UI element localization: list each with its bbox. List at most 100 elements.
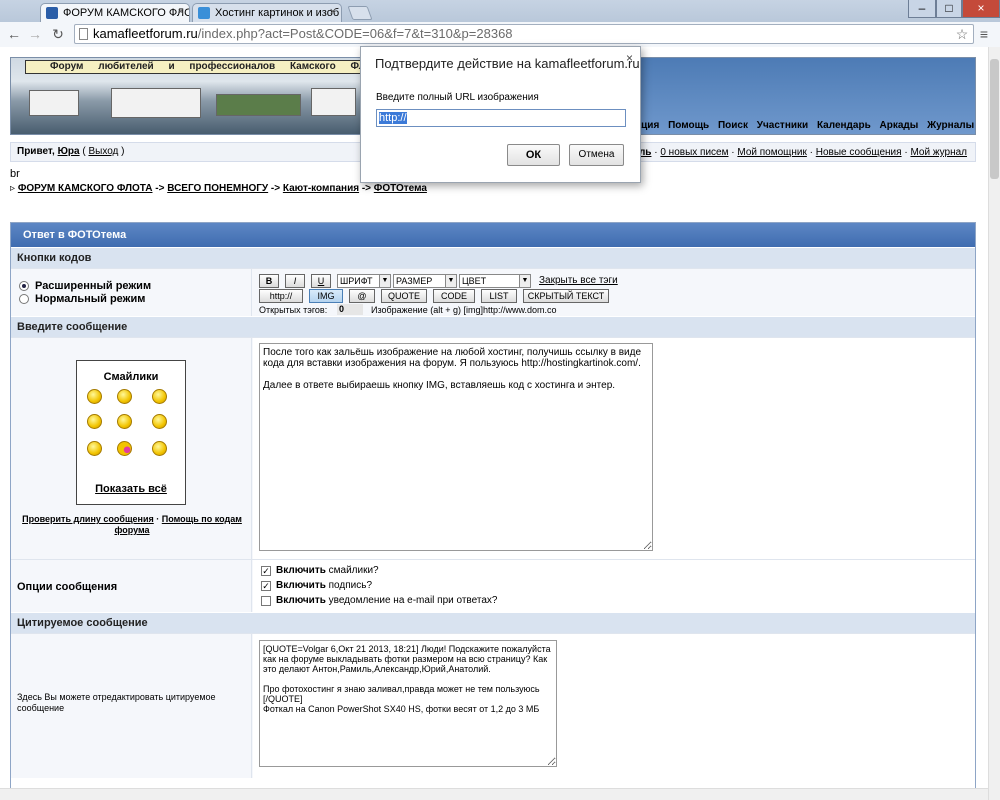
color-select[interactable]: ЦВЕТ ▼ xyxy=(459,274,531,288)
breadcrumb-subforum[interactable]: Кают-компания xyxy=(283,183,359,194)
italic-button[interactable]: I xyxy=(285,274,305,288)
ship-image xyxy=(216,94,301,116)
logout-link[interactable]: Выход xyxy=(88,146,118,157)
forum-nav: утация Помощь Поиск Участники Календарь … xyxy=(622,120,977,131)
smiley-icon[interactable] xyxy=(152,441,167,456)
breadcrumb-topic[interactable]: ФОТОтема xyxy=(374,183,427,194)
nav-journals[interactable]: Журналы xyxy=(927,120,974,131)
quote-hint-cell: Здесь Вы можете отредактировать цитируем… xyxy=(11,634,252,778)
breadcrumb-sep: -> xyxy=(361,183,372,194)
browser-toolbar: ← → ↻ kamafleetforum.ru/index.php?act=Po… xyxy=(0,22,1000,47)
stray-text: br xyxy=(10,168,20,180)
image-url-value: http:// xyxy=(379,112,407,124)
font-select-value: ШРИФТ xyxy=(340,276,373,286)
new-posts-link[interactable]: Новые сообщения xyxy=(816,147,902,158)
quote-textarea[interactable]: [QUOTE=Volgar 6,Окт 21 2013, 18:21] Люди… xyxy=(259,640,557,767)
smiley-icon[interactable] xyxy=(117,414,132,429)
bookmark-star-icon[interactable]: ☆ xyxy=(954,26,970,42)
smiley-icon[interactable] xyxy=(152,389,167,404)
image-url-input[interactable]: http:// xyxy=(376,109,626,127)
close-all-tags-link[interactable]: Закрыть все тэги xyxy=(539,275,618,286)
img-button[interactable]: IMG xyxy=(309,289,343,303)
smiley-icon[interactable] xyxy=(87,414,102,429)
smiley-icon[interactable] xyxy=(117,441,132,456)
enable-smilies-checkbox[interactable]: ✓ xyxy=(261,566,271,576)
options-cell: ✓ Включить смайлики? ✓ Включить подпись?… xyxy=(253,560,975,612)
font-select[interactable]: ШРИФТ ▼ xyxy=(337,274,391,288)
tab-title: Хостинг картинок и изоб xyxy=(215,7,340,19)
vertical-scrollbar[interactable] xyxy=(988,47,1000,800)
url-prompt-dialog: Подтвердите действие на kamafleetforum.r… xyxy=(360,46,641,183)
size-select[interactable]: РАЗМЕР ▼ xyxy=(393,274,457,288)
user-links: филь · 0 новых писем · Мой помощник · Но… xyxy=(624,147,967,158)
tab-hosting[interactable]: Хостинг картинок и изоб × xyxy=(192,3,342,22)
show-all-smilies-link[interactable]: Показать всё xyxy=(77,483,185,495)
quote-button[interactable]: QUOTE xyxy=(381,289,427,303)
menu-icon[interactable]: ≡ xyxy=(976,26,992,42)
smiley-icon[interactable] xyxy=(152,414,167,429)
http-button[interactable]: http:// xyxy=(259,289,303,303)
messages-link[interactable]: 0 новых писем xyxy=(660,147,728,158)
my-assistant-link[interactable]: Мой помощник xyxy=(737,147,807,158)
code-buttons-cell: B I U ШРИФТ ▼ РАЗМЕР ▼ ЦВЕТ ▼ Закрыть все т… xyxy=(253,269,975,316)
dialog-title: Подтвердите действие на kamafleetforum.r… xyxy=(375,56,640,71)
breadcrumb-forum[interactable]: ФОРУМ КАМСКОГО ФЛОТА xyxy=(18,183,153,194)
tab-title: ФОРУМ КАМСКОГО ФЛО xyxy=(63,7,190,19)
options-label-cell: Опции сообщения xyxy=(11,560,252,612)
cancel-button[interactable]: Отмена xyxy=(569,144,624,166)
check-length-link[interactable]: Проверить длину сообщения xyxy=(22,514,154,524)
email-button[interactable]: @ xyxy=(349,289,375,303)
message-textarea[interactable]: После того как зальёшь изображение на лю… xyxy=(259,343,653,551)
minimize-button[interactable]: – xyxy=(908,0,936,18)
back-arrow-icon[interactable]: ← xyxy=(6,26,22,42)
ok-button[interactable]: ОК xyxy=(507,144,560,166)
enable-signature-checkbox[interactable]: ✓ xyxy=(261,581,271,591)
mode-normal-radio[interactable] xyxy=(19,294,29,304)
breadcrumb-category[interactable]: ВСЕГО ПОНЕМНОГУ xyxy=(167,183,268,194)
mode-normal-label: Нормальный режим xyxy=(35,293,146,305)
tag-hint: Изображение (alt + g) [img]http://www.do… xyxy=(371,305,557,315)
mode-extended-radio[interactable] xyxy=(19,281,29,291)
smilies-cell: Смайлики Показать всё Проверить длину со… xyxy=(11,338,252,559)
smiley-icon[interactable] xyxy=(117,389,132,404)
underline-button[interactable]: U xyxy=(311,274,331,288)
close-tab-icon[interactable]: × xyxy=(178,6,184,18)
enable-email-notify-checkbox[interactable] xyxy=(261,596,271,606)
tab-forum[interactable]: ФОРУМ КАМСКОГО ФЛО × xyxy=(40,3,190,22)
nav-help[interactable]: Помощь xyxy=(668,120,709,131)
maximize-button[interactable]: □ xyxy=(936,0,962,18)
tab-strip: ФОРУМ КАМСКОГО ФЛО × Хостинг картинок и … xyxy=(0,0,1000,22)
bold-button[interactable]: B xyxy=(259,274,279,288)
smiley-icon[interactable] xyxy=(87,441,102,456)
close-icon[interactable]: × xyxy=(626,51,633,65)
breadcrumb-sep: -> xyxy=(270,183,281,194)
close-tab-icon[interactable]: × xyxy=(330,6,336,18)
my-journal-link[interactable]: Мой журнал xyxy=(910,147,967,158)
new-tab-button[interactable] xyxy=(347,6,373,20)
code-buttons-row: Расширенный режим Нормальный режим B I U… xyxy=(11,268,975,316)
forum-favicon-icon xyxy=(46,7,58,19)
enable-signature-label: Включить подпись? xyxy=(276,580,373,591)
code-button[interactable]: CODE xyxy=(433,289,475,303)
forward-arrow-icon[interactable]: → xyxy=(27,26,43,42)
list-button[interactable]: LIST xyxy=(481,289,517,303)
nav-arcade[interactable]: Аркады xyxy=(880,120,919,131)
nav-calendar[interactable]: Календарь xyxy=(817,120,871,131)
helper-links: Проверить длину сообщения · Помощь по ко… xyxy=(22,514,242,535)
chevron-down-icon: ▼ xyxy=(379,275,390,287)
smiley-icon[interactable] xyxy=(87,389,102,404)
close-window-button[interactable]: × xyxy=(962,0,1000,18)
horizontal-scrollbar[interactable] xyxy=(0,788,988,800)
reload-icon[interactable]: ↻ xyxy=(50,26,66,42)
scrollbar-thumb[interactable] xyxy=(990,59,999,179)
hidden-text-button[interactable]: СКРЫТЫЙ ТЕКСТ xyxy=(523,289,609,303)
smilies-panel: Смайлики Показать всё xyxy=(76,360,186,505)
nav-search[interactable]: Поиск xyxy=(718,120,748,131)
open-tags-count: 0 xyxy=(337,304,363,315)
message-row: Смайлики Показать всё Проверить длину со… xyxy=(11,337,975,559)
hosting-favicon-icon xyxy=(198,7,210,19)
username-link[interactable]: Юра xyxy=(58,146,80,157)
nav-members[interactable]: Участники xyxy=(757,120,808,131)
address-bar[interactable]: kamafleetforum.ru/index.php?act=Post&COD… xyxy=(74,24,974,44)
greeting: Привет, xyxy=(17,146,55,157)
